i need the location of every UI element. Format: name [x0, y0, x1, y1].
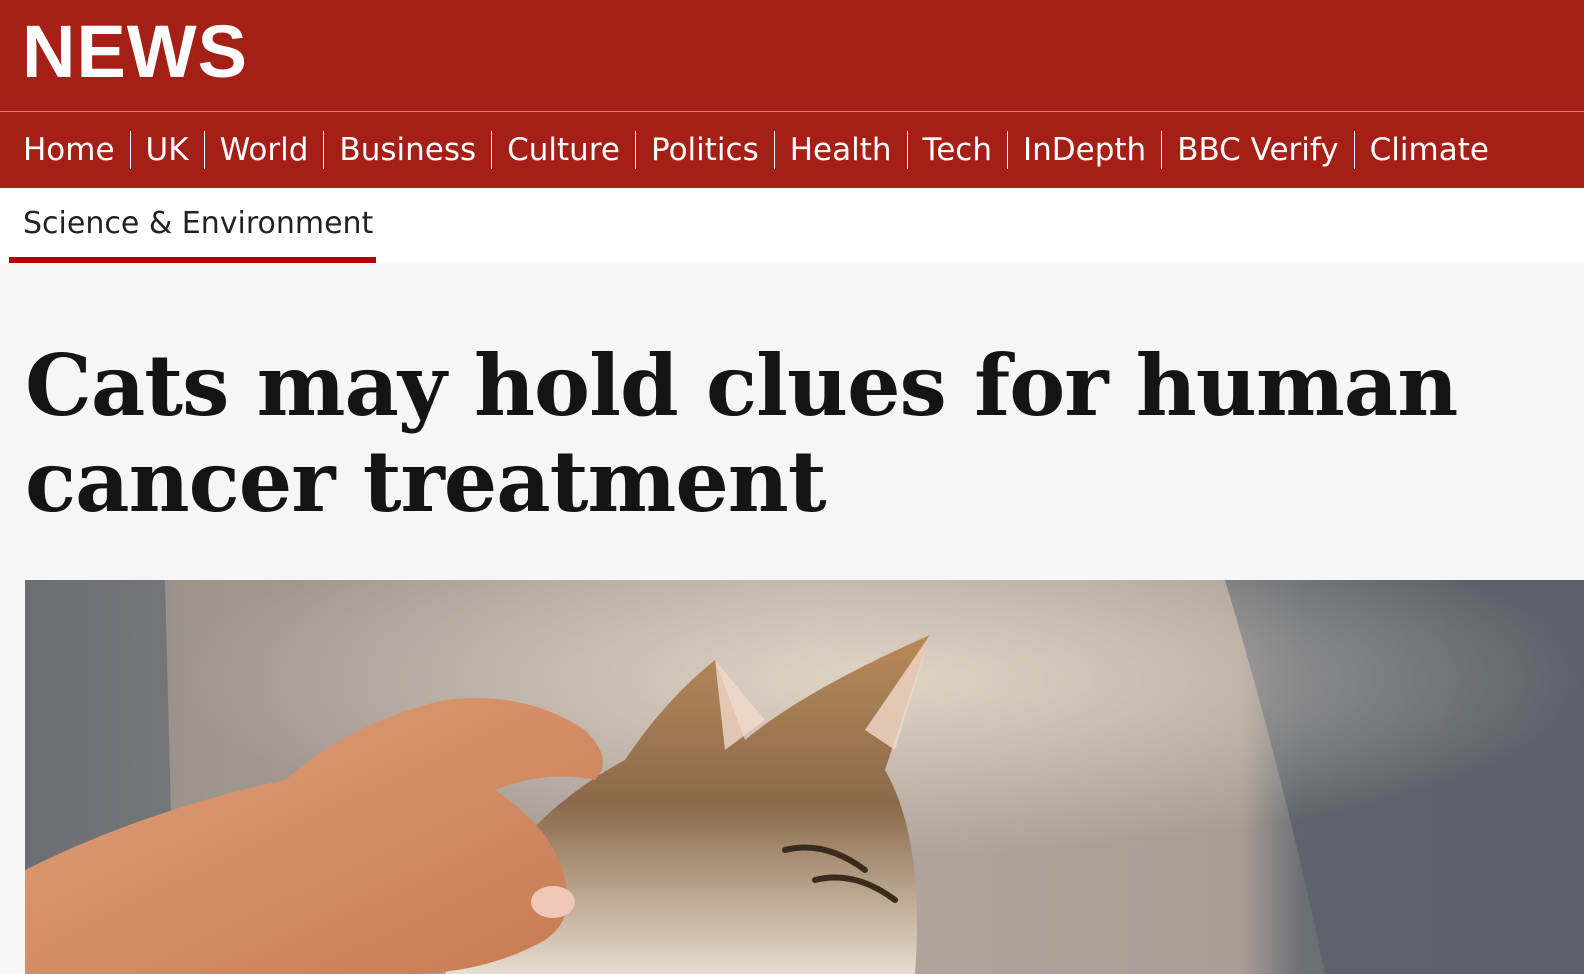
- headline-line-2: cancer treatment: [25, 432, 827, 531]
- main-navigation: Home UK World Business Culture Politics …: [0, 112, 1584, 188]
- nav-list: Home UK World Business Culture Politics …: [8, 112, 1504, 188]
- nav-item-culture[interactable]: Culture: [491, 131, 635, 169]
- hero-image: [25, 580, 1584, 974]
- nav-item-politics[interactable]: Politics: [634, 131, 774, 169]
- nav-item-business[interactable]: Business: [323, 131, 491, 169]
- nav-item-indepth[interactable]: InDepth: [1006, 131, 1161, 169]
- sub-navigation: Science & Environment: [0, 188, 1584, 263]
- nav-item-climate[interactable]: Climate: [1353, 131, 1504, 169]
- nav-item-home[interactable]: Home: [8, 131, 130, 169]
- nav-item-world[interactable]: World: [203, 131, 324, 169]
- nav-item-uk[interactable]: UK: [129, 131, 204, 169]
- nav-item-bbc-verify[interactable]: BBC Verify: [1161, 131, 1353, 169]
- nav-item-health[interactable]: Health: [773, 131, 907, 169]
- article-headline: Cats may hold clues for human cancer trea…: [25, 338, 1525, 530]
- news-logo[interactable]: NEWS: [22, 10, 248, 94]
- cat-photo-illustration: [25, 580, 1584, 974]
- thumbnail: [531, 886, 575, 918]
- masthead: NEWS: [0, 0, 1584, 112]
- nav-item-tech[interactable]: Tech: [906, 131, 1007, 169]
- headline-line-1: Cats may hold clues for human: [25, 336, 1458, 435]
- subnav-item-science-environment[interactable]: Science & Environment: [9, 188, 376, 263]
